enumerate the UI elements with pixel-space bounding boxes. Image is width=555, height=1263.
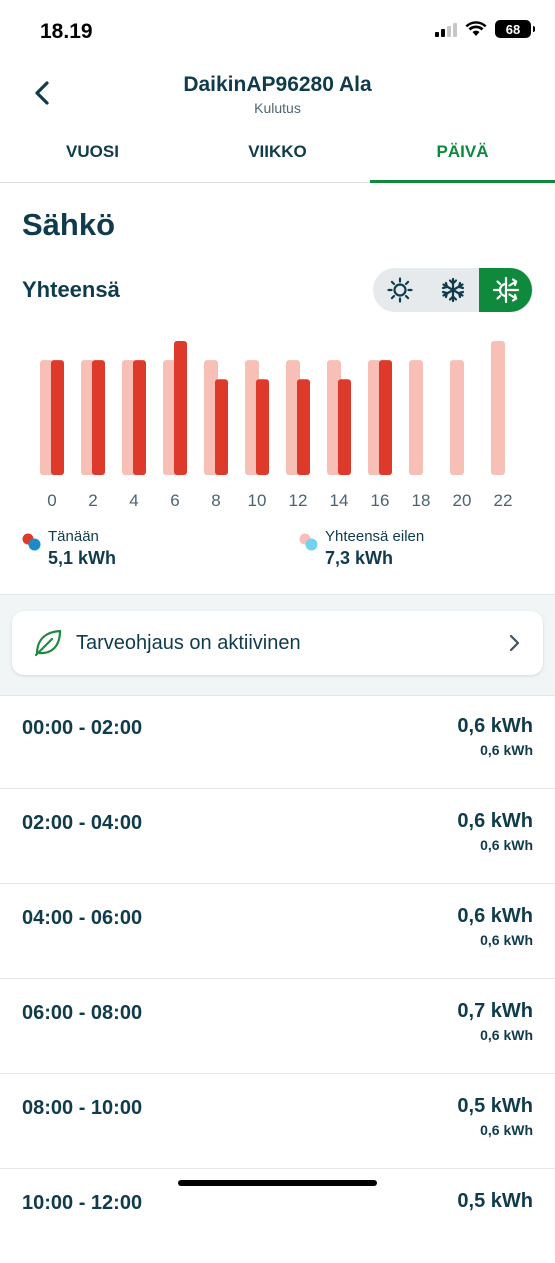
time-range: 02:00 - 04:00	[22, 812, 143, 834]
page-subtitle: Kulutus	[254, 100, 301, 116]
time-range: 04:00 - 06:00	[22, 907, 143, 929]
x-tick-label: 12	[289, 491, 308, 510]
period-value: 0,6 kWh	[457, 810, 533, 832]
sun-icon	[386, 277, 413, 303]
bar-today-14	[338, 379, 351, 475]
wifi-icon	[465, 21, 487, 36]
legend-yesterday-value: 7,3 kWh	[325, 548, 394, 568]
legend-yesterday-label: Yhteensä eilen	[325, 528, 425, 545]
mode-heating-button[interactable]	[373, 268, 426, 312]
tab-year[interactable]: VUOSI	[0, 130, 185, 182]
bar-today-12	[297, 379, 310, 475]
x-tick-label: 0	[47, 491, 56, 510]
cellular-signal-icon	[435, 21, 457, 37]
tab-day[interactable]: PÄIVÄ	[370, 130, 555, 183]
list-item[interactable]: 02:00 - 04:00 0,6 kWh 0,6 kWh	[0, 788, 555, 884]
legend-today-value: 5,1 kWh	[48, 548, 117, 568]
x-tick-label: 4	[129, 491, 138, 510]
demand-control-card[interactable]: Tarveohjaus on aktiivinen	[12, 611, 543, 675]
bar-today-8	[215, 379, 228, 475]
status-time: 18.19	[40, 20, 93, 43]
total-label: Yhteensä	[22, 277, 120, 302]
tab-week[interactable]: VIIKKO	[185, 130, 370, 182]
time-range: 06:00 - 08:00	[22, 1002, 143, 1024]
bar-today-2	[92, 360, 105, 475]
bar-today-0	[51, 360, 64, 475]
leaf-icon	[34, 629, 62, 657]
period-value: 0,6 kWh	[457, 905, 533, 927]
list-item[interactable]: 00:00 - 02:00 0,6 kWh 0,6 kWh	[0, 693, 555, 789]
yesterday-legend-icon	[299, 533, 318, 551]
time-range: 10:00 - 12:00	[22, 1192, 143, 1214]
period-tabs: VUOSI VIIKKO PÄIVÄ	[0, 130, 555, 183]
mode-toggle	[373, 268, 533, 312]
list-item[interactable]: 08:00 - 10:00 0,5 kWh 0,6 kWh	[0, 1073, 555, 1169]
today-legend-icon	[22, 533, 41, 551]
previous-value: 0,6 kWh	[480, 742, 533, 758]
x-tick-label: 16	[371, 491, 390, 510]
time-range: 00:00 - 02:00	[22, 717, 143, 739]
x-tick-label: 10	[248, 491, 267, 510]
x-tick-label: 6	[170, 491, 179, 510]
home-indicator[interactable]	[178, 1180, 377, 1186]
section-title: Sähkö	[22, 207, 116, 242]
snowflake-icon	[441, 277, 464, 303]
period-value: 0,5 kWh	[457, 1190, 533, 1212]
x-tick-label: 20	[453, 491, 472, 510]
x-tick-label: 2	[88, 491, 97, 510]
list-item[interactable]: 04:00 - 06:00 0,6 kWh 0,6 kWh	[0, 883, 555, 979]
x-tick-label: 8	[211, 491, 220, 510]
mode-all-button[interactable]	[479, 268, 532, 312]
list-item[interactable]: 06:00 - 08:00 0,7 kWh 0,6 kWh	[0, 978, 555, 1074]
bar-today-10	[256, 379, 269, 475]
heat-cool-icon	[492, 276, 519, 304]
legend-today-label: Tänään	[48, 528, 99, 545]
previous-value: 0,6 kWh	[480, 932, 533, 948]
demand-control-label: Tarveohjaus on aktiivinen	[76, 631, 301, 654]
bar-yesterday-18	[409, 360, 423, 475]
bar-yesterday-20	[450, 360, 464, 475]
bar-today-16	[379, 360, 392, 475]
previous-value: 0,6 kWh	[480, 1027, 533, 1043]
bar-today-6	[174, 341, 187, 475]
page-title: DaikinAP96280 Ala	[183, 73, 372, 96]
previous-value: 0,6 kWh	[480, 837, 533, 853]
x-tick-label: 18	[412, 491, 431, 510]
time-range: 08:00 - 10:00	[22, 1097, 143, 1119]
period-value: 0,6 kWh	[457, 715, 533, 737]
x-tick-label: 22	[494, 491, 513, 510]
mode-cooling-button[interactable]	[426, 268, 479, 312]
status-icons: 68	[435, 20, 535, 38]
period-value: 0,7 kWh	[457, 1000, 533, 1022]
previous-value: 0,6 kWh	[480, 1122, 533, 1138]
bar-today-4	[133, 360, 146, 475]
battery-icon: 68	[495, 20, 535, 38]
period-value: 0,5 kWh	[457, 1095, 533, 1117]
x-tick-label: 14	[330, 491, 349, 510]
consumption-chart: 0 2 4 6 8 10 12 14 16 18 20 22	[40, 341, 513, 510]
bar-yesterday-22	[491, 341, 505, 475]
chevron-right-icon	[509, 634, 520, 652]
